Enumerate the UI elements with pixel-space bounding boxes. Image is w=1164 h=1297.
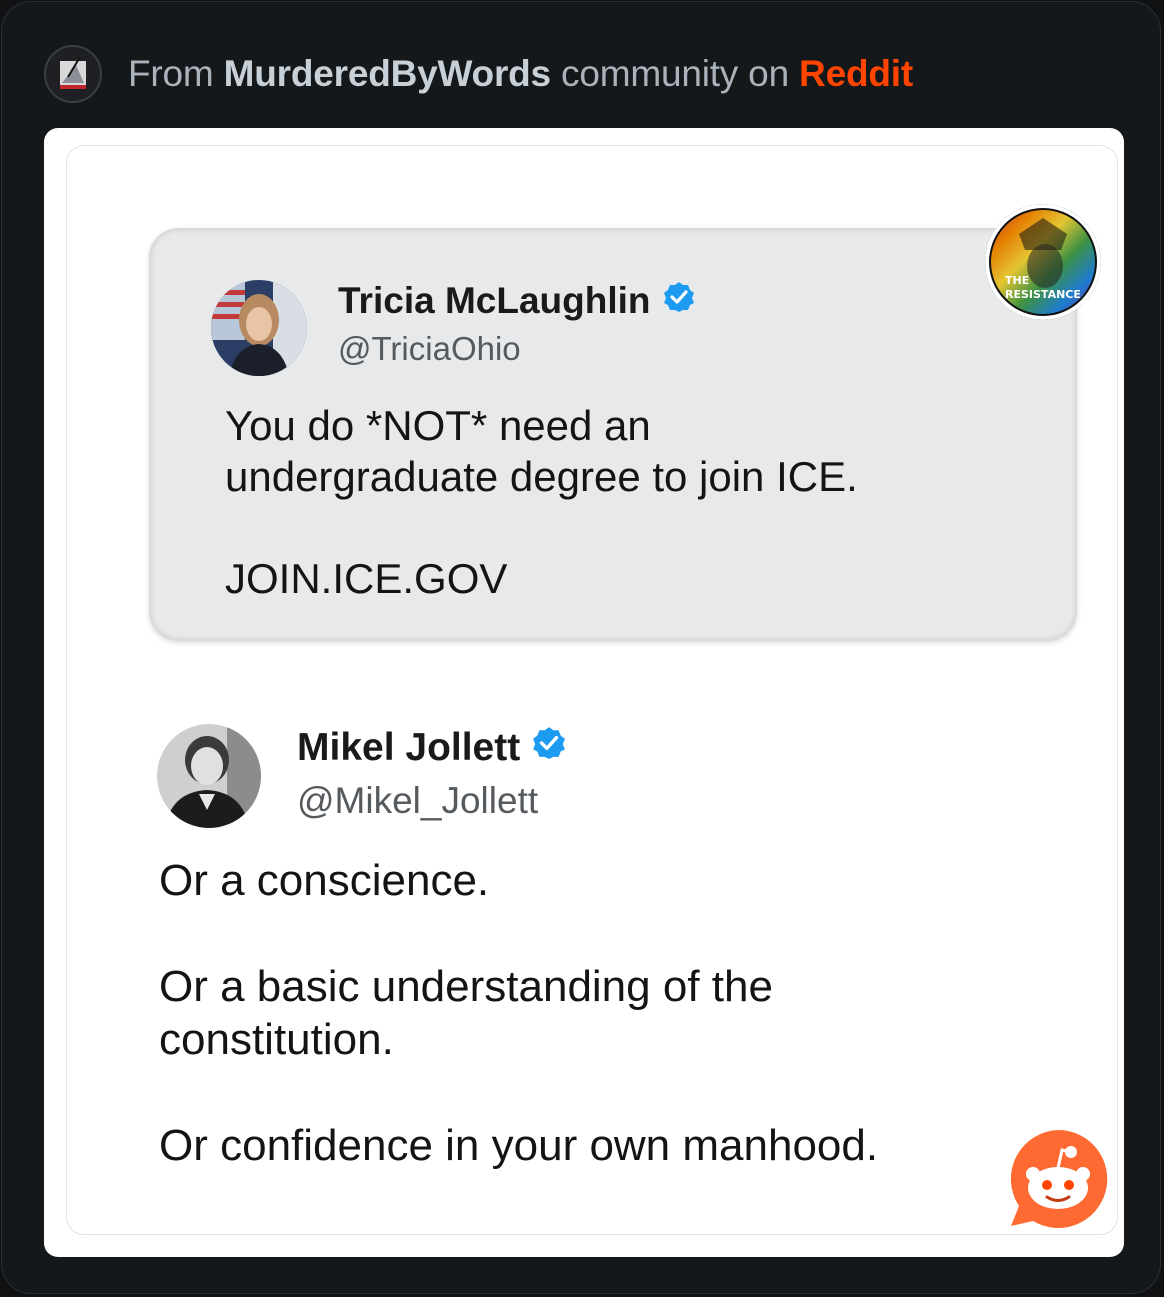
resistance-logo-icon: THE RESISTANCE xyxy=(985,204,1101,320)
tricia-name: Tricia McLaughlin xyxy=(338,280,695,322)
mikel-name: Mikel Jollett xyxy=(297,726,566,770)
tricia-handle: @TriciaOhio xyxy=(338,330,521,367)
tricia-name-text: Tricia McLaughlin xyxy=(338,280,651,321)
post-image-card[interactable]: Tricia McLaughlin @TriciaOhio You do *NO… xyxy=(44,128,1124,1257)
source-header: From MurderedByWords community on Reddit xyxy=(44,44,913,104)
resistance-line1: THE xyxy=(1005,274,1030,287)
verified-badge-icon xyxy=(532,726,566,770)
resistance-line2: RESISTANCE xyxy=(1005,288,1081,301)
community-avatar-icon[interactable] xyxy=(44,45,102,103)
community-link[interactable]: MurderedByWords xyxy=(224,53,552,94)
source-middle: community on xyxy=(561,53,789,94)
tricia-avatar xyxy=(211,280,307,376)
verified-badge-icon xyxy=(663,280,695,322)
mikel-avatar xyxy=(157,724,261,828)
share-frame: From MurderedByWords community on Reddit xyxy=(1,1,1161,1294)
reddit-snoo-icon xyxy=(1007,1128,1109,1230)
resistance-text: THE RESISTANCE xyxy=(1005,274,1081,302)
reddit-link[interactable]: Reddit xyxy=(799,53,913,94)
screenshot-image: Tricia McLaughlin @TriciaOhio You do *NO… xyxy=(66,145,1118,1235)
reply-tweet-text: Or a conscience. Or a basic understandin… xyxy=(159,856,879,1170)
source-line: From MurderedByWords community on Reddit xyxy=(128,53,913,95)
quoted-tweet-text: You do *NOT* need an undergraduate degre… xyxy=(225,402,858,602)
quoted-tweet: Tricia McLaughlin @TriciaOhio You do *NO… xyxy=(149,228,1077,641)
source-prefix: From xyxy=(128,53,214,94)
mikel-name-text: Mikel Jollett xyxy=(297,726,521,769)
mikel-handle: @Mikel_Jollett xyxy=(297,780,539,821)
